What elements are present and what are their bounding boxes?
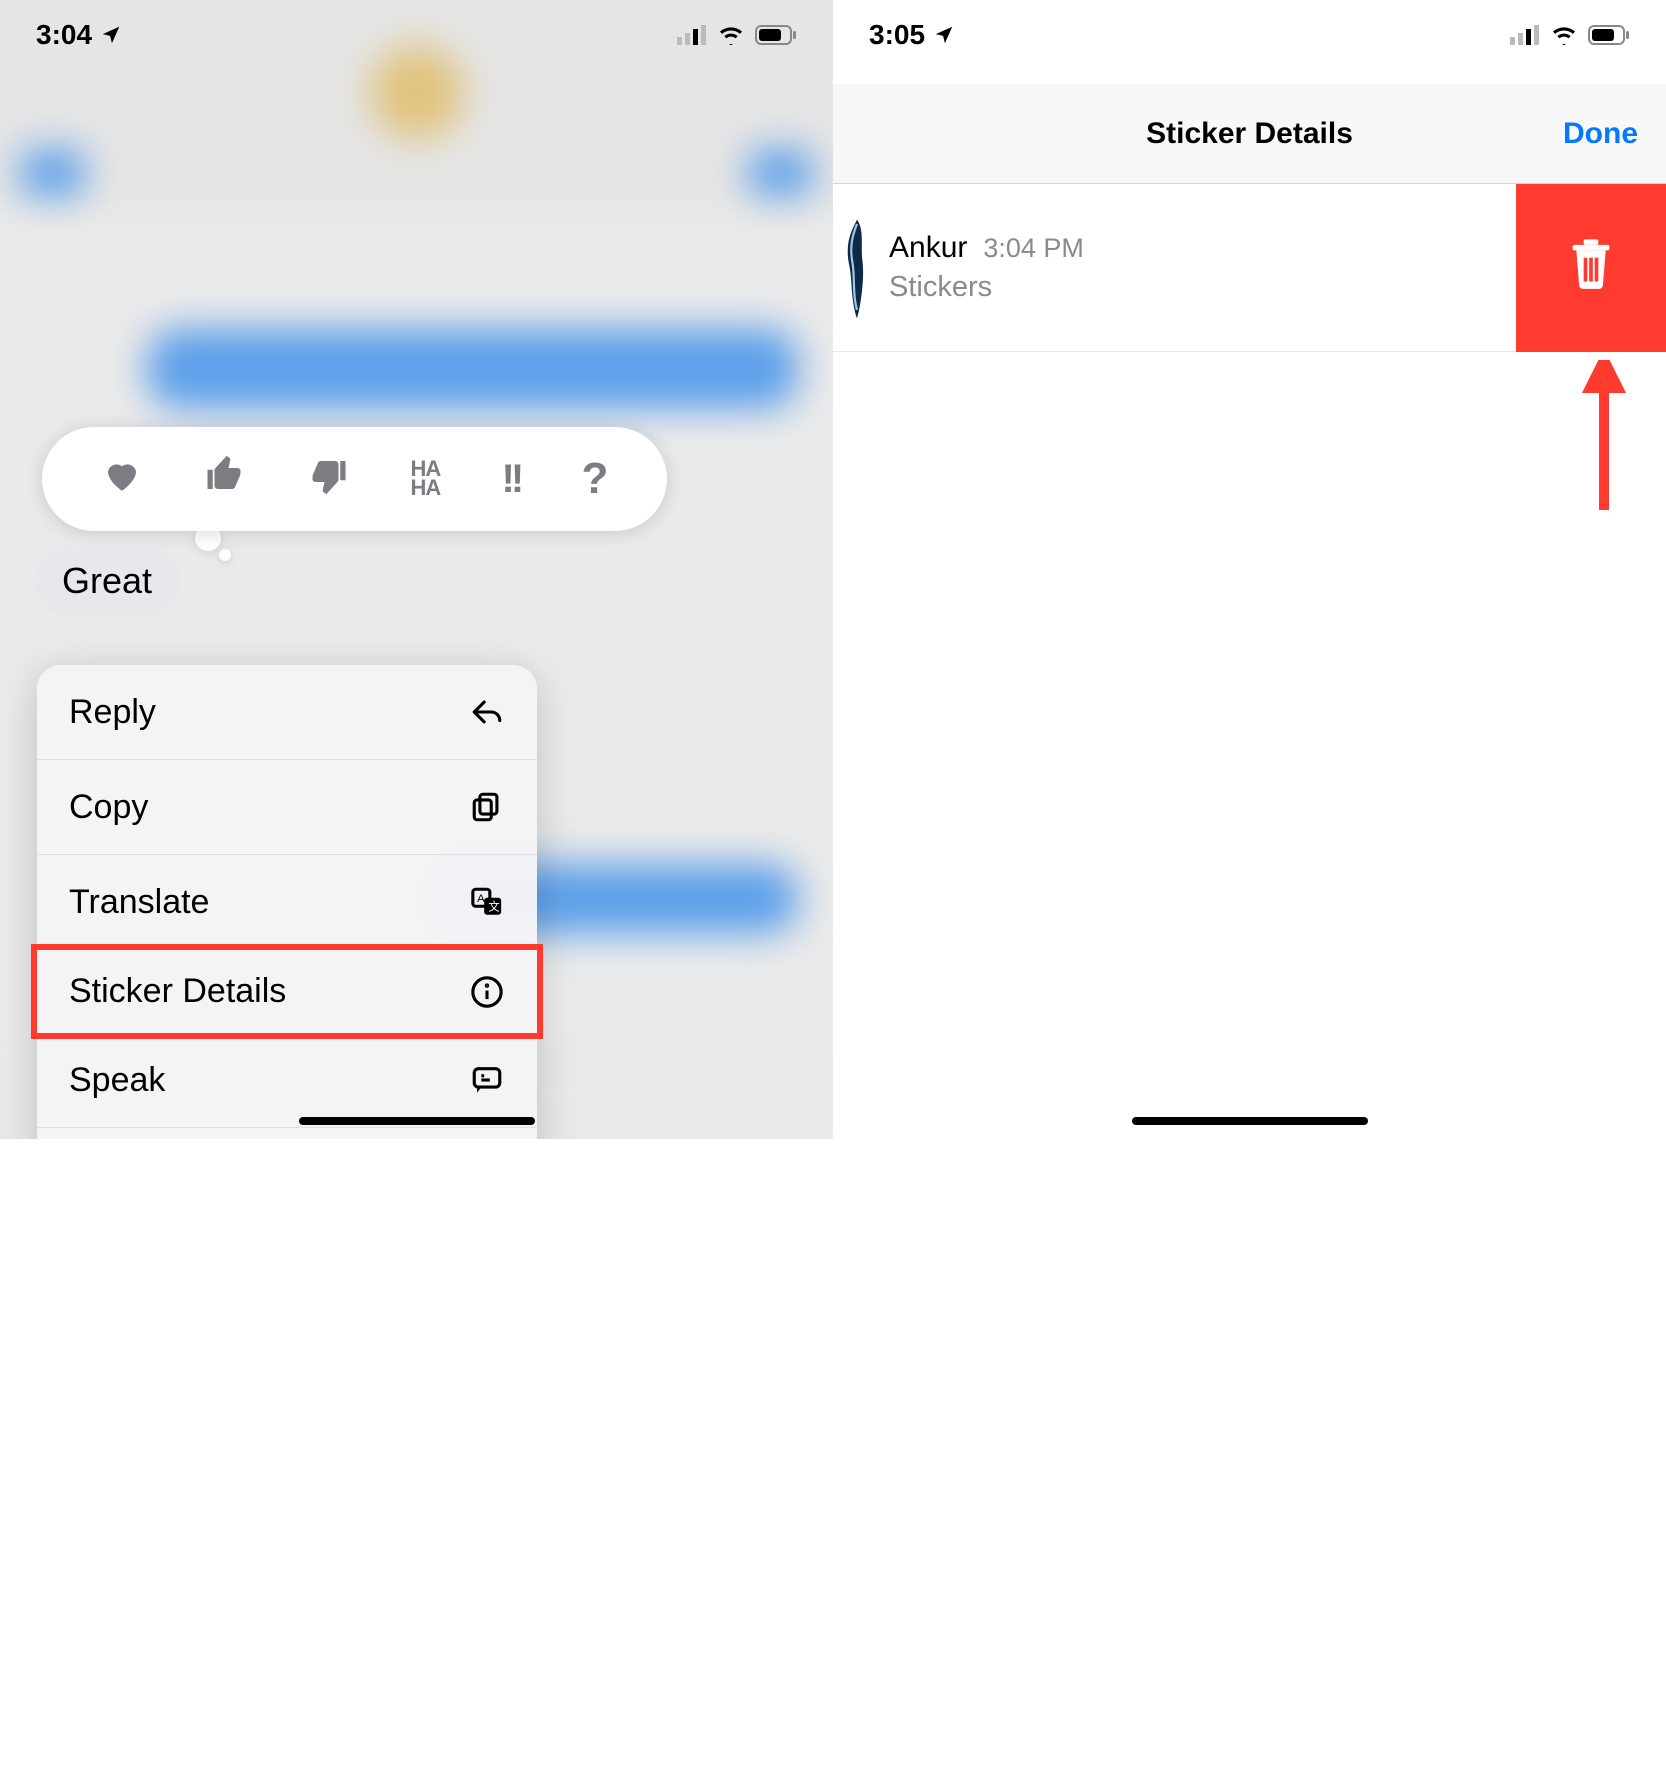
message-bubble[interactable]: Great — [34, 546, 180, 616]
sticker-time: 3:04 PM — [983, 233, 1084, 264]
header-title: Sticker Details — [1146, 117, 1353, 151]
reaction-question-icon[interactable]: ? — [581, 454, 608, 504]
sticker-row[interactable]: Ankur 3:04 PM Stickers — [833, 184, 1666, 352]
message-text: Great — [62, 560, 152, 601]
sticker-sender-name: Ankur — [889, 231, 967, 265]
menu-sticker-details[interactable]: Sticker Details — [31, 944, 543, 1039]
menu-speak-label: Speak — [69, 1061, 165, 1100]
annotation-arrow-icon — [1582, 360, 1626, 515]
reaction-bar: HAHA !! ? — [42, 427, 667, 531]
translate-icon: A文 — [469, 884, 505, 920]
location-arrow-icon — [933, 24, 955, 46]
cellular-signal-icon — [677, 25, 707, 45]
reply-arrow-icon — [469, 694, 505, 730]
wifi-icon — [1550, 25, 1578, 45]
context-menu: Reply Copy Translate A文 Sticker Details … — [37, 665, 537, 1139]
reaction-thumbs-up-icon[interactable] — [204, 454, 246, 505]
menu-reply-label: Reply — [69, 693, 156, 732]
reaction-thumbs-down-icon[interactable] — [307, 454, 349, 505]
sticker-thumbnail-icon — [837, 203, 877, 333]
status-time: 3:04 — [36, 19, 92, 51]
sticker-source: Stickers — [889, 271, 1516, 304]
menu-reply[interactable]: Reply — [37, 665, 537, 760]
delete-sticker-button[interactable] — [1516, 184, 1666, 352]
battery-icon — [1588, 25, 1630, 45]
menu-speak[interactable]: Speak — [37, 1033, 537, 1128]
menu-more[interactable]: More... — [37, 1128, 537, 1139]
reaction-exclaim-icon[interactable]: !! — [502, 457, 521, 502]
trash-icon — [1569, 239, 1613, 296]
menu-copy-label: Copy — [69, 788, 148, 827]
status-time: 3:05 — [869, 19, 925, 51]
menu-translate[interactable]: Translate A文 — [37, 855, 537, 950]
info-circle-icon — [469, 974, 505, 1010]
home-indicator[interactable] — [299, 1117, 535, 1125]
location-arrow-icon — [100, 24, 122, 46]
screen-right-sticker-details: 3:05 Sticker Details Done Ankur — [833, 0, 1666, 1139]
menu-sticker-details-label: Sticker Details — [69, 972, 286, 1011]
speak-bubble-icon — [469, 1062, 505, 1098]
status-bar: 3:05 — [833, 0, 1666, 70]
done-button[interactable]: Done — [1563, 117, 1638, 151]
home-indicator[interactable] — [1132, 1117, 1368, 1125]
reaction-haha-icon[interactable]: HAHA — [410, 460, 440, 497]
svg-text:A: A — [477, 893, 485, 905]
cellular-signal-icon — [1510, 25, 1540, 45]
svg-text:文: 文 — [488, 900, 499, 914]
battery-icon — [755, 25, 797, 45]
status-bar: 3:04 — [0, 0, 833, 70]
wifi-icon — [717, 25, 745, 45]
sticker-details-header: Sticker Details Done — [833, 84, 1666, 184]
screen-left-messages: 3:04 HAHA !! ? — [0, 0, 833, 1139]
menu-translate-label: Translate — [69, 883, 209, 922]
copy-icon — [469, 789, 505, 825]
menu-copy[interactable]: Copy — [37, 760, 537, 855]
reaction-heart-icon[interactable] — [101, 454, 143, 505]
sticker-meta: Ankur 3:04 PM Stickers — [877, 231, 1516, 304]
